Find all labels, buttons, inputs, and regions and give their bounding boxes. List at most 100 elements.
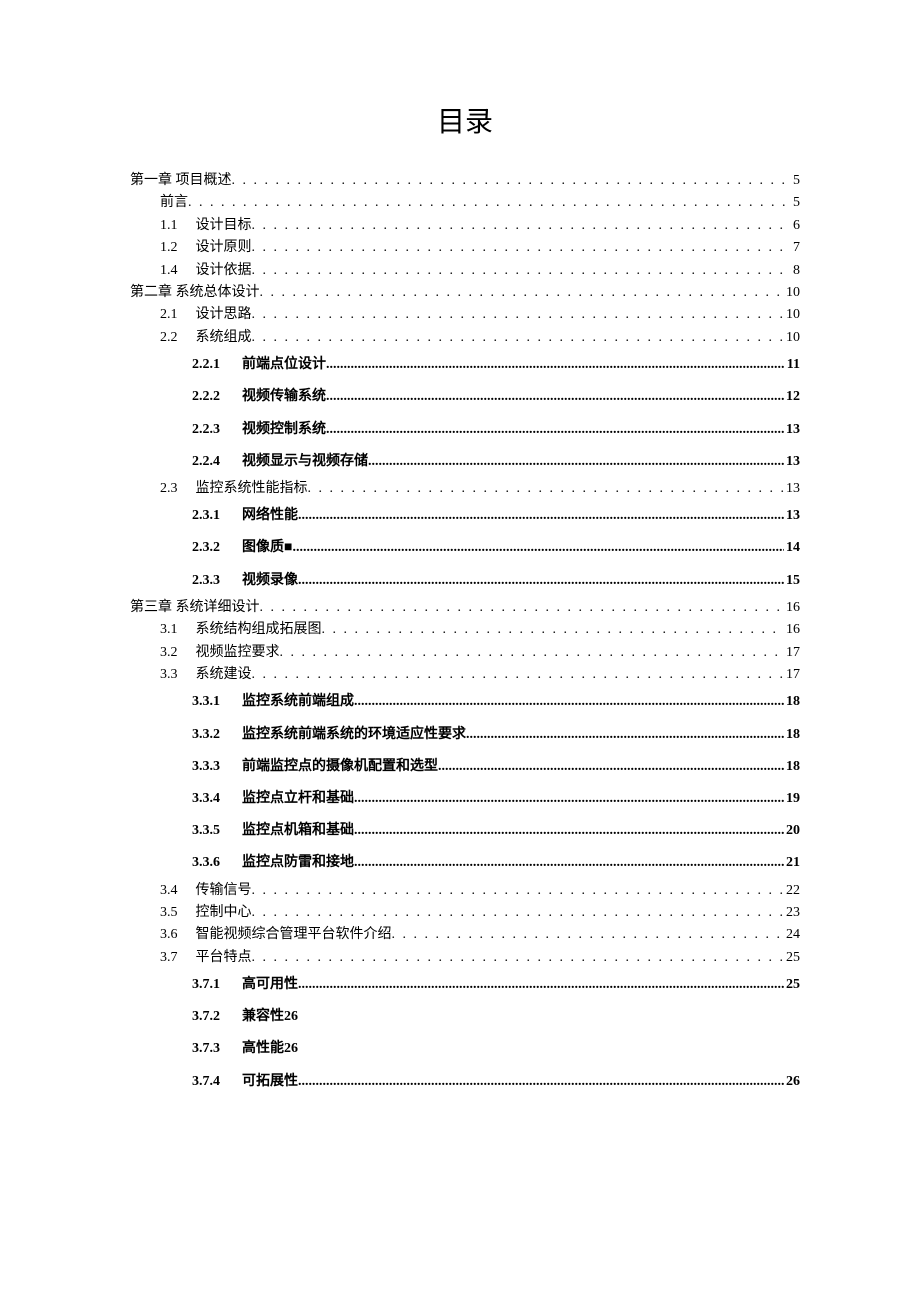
toc-entry-number: 3.7.3 xyxy=(192,1033,242,1065)
toc-leader-dots xyxy=(292,532,784,564)
toc-entry: 3.7.2兼容性26 xyxy=(192,1001,800,1033)
toc-entry-text: 视频控制系统 xyxy=(242,414,326,446)
toc-entry-page: 10 xyxy=(784,304,800,326)
toc-entry-page: 23 xyxy=(784,902,800,924)
toc-entry-number: 3.3.1 xyxy=(192,686,242,718)
toc-entry-number: 2.1 xyxy=(160,304,196,326)
toc-entry-page: 6 xyxy=(791,215,800,237)
toc-entry-page: 13 xyxy=(784,500,800,532)
toc-leader-dots xyxy=(368,446,784,478)
toc-entry: 2.1设计思路10 xyxy=(160,304,800,326)
toc-entry: 3.3.5监控点机箱和基础20 xyxy=(192,815,800,847)
toc-entry-page: 15 xyxy=(784,565,800,597)
toc-entry-number: 1.4 xyxy=(160,260,196,282)
toc-entry-text: 视频传输系统 xyxy=(242,381,326,413)
toc-leader-dots xyxy=(252,304,785,326)
toc-leader-dots xyxy=(252,215,792,237)
toc-leader-dots xyxy=(326,349,785,381)
toc-entry-text: 监控点立杆和基础 xyxy=(242,783,354,815)
toc-entry: 1.4设计依据8 xyxy=(160,260,800,282)
toc-entry-number: 3.1 xyxy=(160,619,196,641)
toc-entry-page: 5 xyxy=(791,170,800,192)
toc-entry-text: 第三章 系统详细设计 xyxy=(130,597,260,619)
toc-leader-dots xyxy=(252,327,785,349)
toc-entry: 2.2.2视频传输系统12 xyxy=(192,381,800,413)
toc-entry-number: 3.3.2 xyxy=(192,719,242,751)
toc-entry-page: 7 xyxy=(791,237,800,259)
toc-leader-dots xyxy=(354,847,784,879)
toc-entry: 3.7平台特点25 xyxy=(160,947,800,969)
toc-entry: 2.2.3视频控制系统13 xyxy=(192,414,800,446)
toc-entry-page: 14 xyxy=(784,532,800,564)
toc-entry: 3.3.2监控系统前端系统的环境适应性要求18 xyxy=(192,719,800,751)
toc-entry-page: 10 xyxy=(784,327,800,349)
toc-leader-dots xyxy=(280,642,785,664)
toc-entry-text: 智能视频综合管理平台软件介绍 xyxy=(196,924,392,946)
toc-entry-page: 12 xyxy=(784,381,800,413)
toc-entry-page: 18 xyxy=(784,686,800,718)
toc-entry-number: 3.3.5 xyxy=(192,815,242,847)
toc-entry-page: 18 xyxy=(784,751,800,783)
toc-entry-number: 2.2.1 xyxy=(192,349,242,381)
toc-leader-dots xyxy=(252,947,785,969)
toc-entry-number: 2.2 xyxy=(160,327,196,349)
toc-entry: 3.3系统建设17 xyxy=(160,664,800,686)
toc-entry-text: 前端点位设计 xyxy=(242,349,326,381)
toc-leader-dots xyxy=(252,237,792,259)
toc-leader-dots xyxy=(326,414,784,446)
toc-leader-dots xyxy=(252,902,785,924)
toc-entry-text: 可拓展性 xyxy=(242,1066,298,1098)
toc-entry: 2.3.2图像质■ 14 xyxy=(192,532,800,564)
toc-entry-text: 系统组成 xyxy=(196,327,252,349)
toc-leader-dots xyxy=(252,260,792,282)
toc-entry-number: 2.3.3 xyxy=(192,565,242,597)
toc-entry-text: 监控点机箱和基础 xyxy=(242,815,354,847)
toc-entry: 第一章 项目概述5 xyxy=(130,170,800,192)
toc-leader-dots xyxy=(298,565,784,597)
toc-entry-number: 2.2.3 xyxy=(192,414,242,446)
toc-entry-number: 2.3.2 xyxy=(192,532,242,564)
toc-leader-dots xyxy=(260,597,785,619)
toc-entry: 3.2视频监控要求17 xyxy=(160,642,800,664)
toc-entry-number: 3.2 xyxy=(160,642,196,664)
toc-entry-number: 2.3 xyxy=(160,478,196,500)
toc-entry-page: 8 xyxy=(791,260,800,282)
toc-leader-dots xyxy=(252,664,785,686)
toc-leader-dots xyxy=(326,381,784,413)
toc-entry-text: 系统建设 xyxy=(196,664,252,686)
toc-entry: 3.3.4监控点立杆和基础19 xyxy=(192,783,800,815)
toc-entry: 3.7.4可拓展性26 xyxy=(192,1066,800,1098)
toc-entry: 3.1系统结构组成拓展图 16 xyxy=(160,619,800,641)
toc-entry-text: 图像质■ xyxy=(242,532,292,564)
toc-entry-page: 21 xyxy=(784,847,800,879)
toc-entry-page: 16 xyxy=(784,619,800,641)
toc-leader-dots xyxy=(188,192,791,214)
toc-entry: 1.2设计原则 7 xyxy=(160,237,800,259)
toc-leader-dots xyxy=(392,924,785,946)
toc-entry-number: 3.6 xyxy=(160,924,196,946)
toc-entry-page: 24 xyxy=(784,924,800,946)
toc-entry: 3.6智能视频综合管理平台软件介绍 24 xyxy=(160,924,800,946)
toc-entry: 2.2系统组成 10 xyxy=(160,327,800,349)
toc-entry-text: 视频监控要求 xyxy=(196,642,280,664)
toc-entry-page: 13 xyxy=(784,446,800,478)
document-page: 目录 第一章 项目概述5前言51.1设计目标61.2设计原则71.4设计依据8第… xyxy=(0,0,920,1298)
toc-entry: 2.2.1前端点位设计11 xyxy=(192,349,800,381)
toc-leader-dots xyxy=(252,880,785,902)
toc-entry: 前言5 xyxy=(160,192,800,214)
toc-leader-dots xyxy=(438,751,784,783)
toc-entry-number: 3.5 xyxy=(160,902,196,924)
toc-entry-page: 5 xyxy=(791,192,800,214)
toc-entry-number: 3.3.6 xyxy=(192,847,242,879)
toc-entry-text: 设计原则 xyxy=(196,237,252,259)
toc-entry: 3.3.1监控系统前端组成18 xyxy=(192,686,800,718)
toc-entry-number: 1.2 xyxy=(160,237,196,259)
toc-entry-text: 监控点防雷和接地 xyxy=(242,847,354,879)
toc-title: 目录 xyxy=(130,100,800,140)
toc-entry: 第三章 系统详细设计16 xyxy=(130,597,800,619)
toc-entry-number: 3.7.2 xyxy=(192,1001,242,1033)
toc-entry-text: 控制中心 xyxy=(196,902,252,924)
toc-leader-dots xyxy=(298,500,784,532)
toc-entry-text: 系统结构组成拓展图 xyxy=(196,619,322,641)
toc-entry-page: 10 xyxy=(784,282,800,304)
